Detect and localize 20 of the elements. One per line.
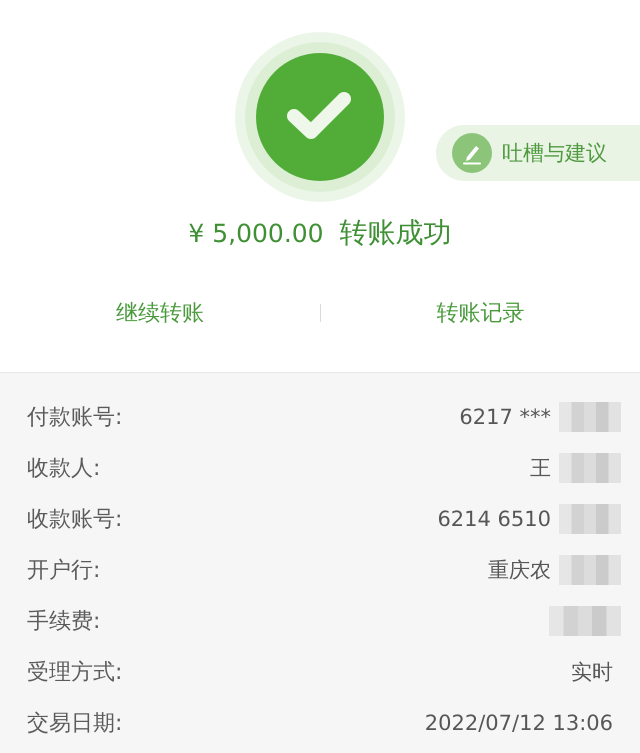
action-button[interactable]: 继续转账 <box>0 283 320 343</box>
amount-text: ¥ 5,000.00 <box>188 218 324 248</box>
detail-label: 交易日期: <box>27 710 122 738</box>
detail-label: 收款账号: <box>27 506 122 534</box>
detail-label: 付款账号: <box>27 404 122 432</box>
status-text: 转账成功 <box>340 215 452 251</box>
detail-value: 王 <box>530 454 552 482</box>
detail-value: 6214 6510 <box>437 506 552 530</box>
detail-value: 6217 *** <box>459 404 552 428</box>
detail-value: 实时 <box>571 658 614 686</box>
detail-value: 重庆农 <box>488 556 552 584</box>
detail-label: 开户行: <box>27 556 100 584</box>
detail-label: 受理方式: <box>27 658 122 686</box>
success-check-icon <box>235 32 405 202</box>
feedback-button[interactable]: 吐槽与建议 <box>436 125 640 181</box>
action-button[interactable]: 转账记录 <box>320 283 640 343</box>
pencil-icon <box>452 133 492 173</box>
detail-value: 2022/07/12 13:06 <box>424 710 614 734</box>
detail-label: 手续费: <box>27 608 100 636</box>
detail-label: 收款人: <box>27 454 100 482</box>
